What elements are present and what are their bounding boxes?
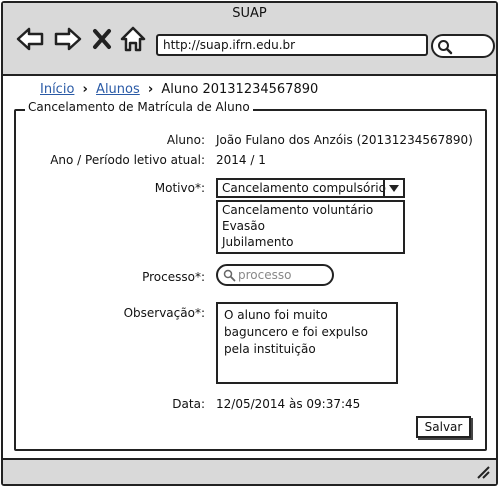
- reason-dropdown-list: Cancelamento voluntário Evasão Jubilamen…: [216, 200, 405, 254]
- back-arrow-icon[interactable]: [15, 25, 44, 53]
- chevron-down-icon[interactable]: [383, 180, 403, 196]
- close-x-icon[interactable]: [91, 25, 113, 53]
- save-button[interactable]: Salvar: [416, 416, 471, 438]
- breadcrumb-current: Aluno 20131234567890: [161, 82, 319, 97]
- form-legend: Cancelamento de Matrícula de Aluno: [25, 100, 253, 114]
- period-label: Ano / Período letivo atual:: [50, 153, 205, 167]
- student-value: João Fulano dos Anzóis (20131234567890): [216, 133, 473, 147]
- home-icon[interactable]: [119, 25, 147, 53]
- date-value: 12/05/2014 às 09:37:45: [216, 397, 361, 411]
- reason-selected-value: Cancelamento compulsório: [222, 181, 386, 195]
- resize-grip-icon[interactable]: [476, 465, 490, 479]
- window-title: SUAP: [232, 6, 267, 21]
- breadcrumb: Início › Alunos › Aluno 20131234567890: [40, 82, 318, 97]
- status-bar: [3, 458, 496, 484]
- process-placeholder: processo: [238, 268, 292, 282]
- reason-select[interactable]: Cancelamento compulsório: [216, 178, 405, 198]
- search-icon: [223, 269, 236, 282]
- reason-option[interactable]: Evasão: [218, 218, 403, 234]
- breadcrumb-separator: ›: [82, 82, 88, 97]
- reason-option[interactable]: Cancelamento voluntário: [218, 202, 403, 218]
- notes-label: Observação*:: [123, 306, 205, 320]
- notes-textarea[interactable]: O aluno foi muito baguncero e foi expuls…: [216, 302, 398, 384]
- process-label: Processo*:: [142, 270, 205, 284]
- reason-label: Motivo*:: [154, 181, 205, 195]
- breadcrumb-students-link[interactable]: Alunos: [96, 82, 140, 97]
- process-input[interactable]: processo: [216, 264, 334, 286]
- forward-arrow-icon[interactable]: [53, 25, 82, 53]
- address-bar[interactable]: http://suap.ifrn.edu.br: [156, 34, 428, 56]
- reason-option[interactable]: Jubilamento: [218, 234, 403, 250]
- browser-toolbar: SUAP http://suap.ifrn.edu.br: [3, 3, 496, 76]
- date-label: Data:: [172, 397, 205, 411]
- breadcrumb-home-link[interactable]: Início: [40, 82, 74, 97]
- student-label: Aluno:: [166, 133, 205, 147]
- browser-search-field[interactable]: [431, 34, 495, 58]
- breadcrumb-separator: ›: [147, 82, 154, 97]
- search-icon: [438, 40, 453, 55]
- period-value: 2014 / 1: [216, 153, 266, 167]
